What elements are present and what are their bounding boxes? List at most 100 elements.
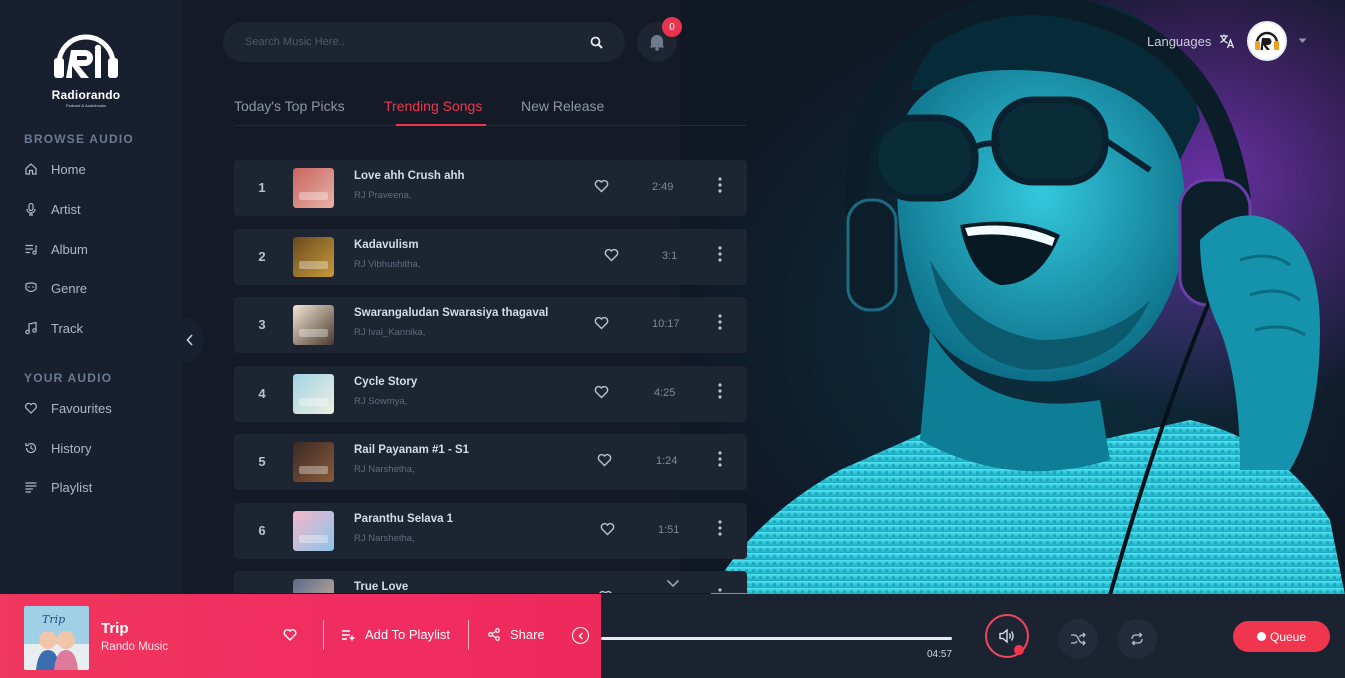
tab-trending-songs[interactable]: Trending Songs	[384, 98, 482, 114]
song-thumbnail	[293, 579, 334, 593]
languages-button[interactable]: Languages	[1147, 33, 1235, 49]
song-duration: 10:17	[652, 318, 680, 330]
heart-icon[interactable]	[594, 316, 609, 330]
share-button[interactable]: Share	[488, 627, 545, 642]
song-thumbnail	[293, 374, 334, 414]
sidebar-item-album[interactable]: Album	[24, 239, 88, 259]
brand-name: Radiorando	[51, 88, 121, 102]
song-artist: RJ Sowmya,	[354, 396, 408, 407]
repeat-icon	[1131, 632, 1143, 646]
your-audio-heading: YOUR AUDIO	[24, 371, 113, 385]
song-title: Paranthu Selava 1	[354, 513, 454, 525]
sidebar-item-label: Favourites	[51, 400, 112, 416]
song-rank: 3	[258, 317, 266, 332]
sidebar-item-label: Album	[51, 241, 88, 257]
sidebar-item-label: Home	[51, 161, 86, 177]
more-options-icon[interactable]	[718, 314, 722, 330]
song-rank: 1	[258, 180, 266, 195]
sidebar-item-artist[interactable]: Artist	[24, 199, 81, 219]
sidebar-item-label: Genre	[51, 280, 88, 296]
genre-icon	[25, 282, 37, 293]
song-title: Rail Payanam #1 - S1	[354, 444, 470, 456]
heart-icon[interactable]	[283, 628, 297, 641]
song-rank: 7	[254, 591, 270, 593]
song-thumbnail	[293, 168, 334, 208]
now-playing-title: Trip	[101, 620, 129, 637]
chevron-left-icon	[186, 334, 193, 346]
heart-icon[interactable]	[594, 385, 609, 399]
song-rank: 6	[258, 523, 266, 538]
search-bar	[223, 22, 625, 62]
track-time: 04:57	[927, 649, 953, 660]
add-to-playlist-button[interactable]: Add To Playlist	[341, 627, 450, 642]
more-options-icon[interactable]	[718, 246, 722, 262]
song-duration: 1:24	[656, 455, 678, 467]
sidebar-item-label: History	[51, 440, 92, 456]
volume-icon	[999, 628, 1014, 644]
more-options-icon[interactable]	[718, 451, 722, 467]
svg-text:Trip: Trip	[42, 613, 65, 626]
search-input[interactable]	[245, 36, 565, 48]
sidebar-item-genre[interactable]: Genre	[24, 278, 87, 298]
heart-icon[interactable]	[598, 590, 613, 593]
shuffle-button[interactable]	[1058, 619, 1098, 659]
song-row[interactable]: 3 Swarangaludan Swarasiya thagaval RJ Ival…	[234, 297, 747, 353]
sidebar-item-track[interactable]: Track	[24, 318, 83, 338]
song-row[interactable]: 5 Rail Payanam #1 - S1 RJ Narshetha, 1:24	[234, 434, 747, 490]
sidebar-item-home[interactable]: Home	[24, 159, 86, 179]
song-artist: RJ Ival_Kannika,	[354, 327, 426, 338]
collapse-player-button[interactable]	[572, 627, 589, 644]
queue-icon	[1256, 632, 1266, 641]
bell-icon	[649, 35, 665, 51]
song-artist: RJ Praveena,	[354, 190, 412, 201]
song-thumbnail	[293, 442, 334, 482]
user-avatar[interactable]	[1247, 21, 1287, 61]
song-duration: 1:51	[658, 524, 680, 536]
song-row[interactable]: 2 Kadavulism RJ Vibhushitha, 3:1	[234, 229, 747, 285]
brand-logo[interactable]: Radiorando Podcast & Audiobooks	[46, 26, 126, 108]
heart-icon[interactable]	[600, 522, 615, 536]
more-options-icon[interactable]	[718, 588, 722, 593]
heart-icon[interactable]	[594, 179, 609, 193]
tab-new-release[interactable]: New Release	[521, 98, 604, 114]
song-row[interactable]: 4 Cycle Story RJ Sowmya, 4:25	[234, 366, 747, 422]
song-row[interactable]: 6 Paranthu Selava 1 RJ Narshetha, 1:51	[234, 503, 747, 559]
song-artist: RJ Narshetha,	[354, 464, 415, 475]
hero-image	[680, 0, 1345, 595]
search-icon[interactable]	[590, 36, 603, 49]
song-row[interactable]: 1 Love ahh Crush ahh RJ Praveena, 2:49	[234, 160, 747, 216]
progress-fill	[601, 637, 952, 640]
progress-bar[interactable]	[601, 637, 952, 640]
share-label: Share	[510, 627, 545, 642]
song-title: Swarangaludan Swarasiya thagaval	[354, 307, 549, 319]
more-options-icon[interactable]	[718, 383, 722, 399]
more-options-icon[interactable]	[718, 177, 722, 193]
sidebar-item-favourites[interactable]: Favourites	[24, 398, 112, 418]
song-title: True Love	[354, 581, 409, 593]
queue-label: Queue	[1269, 629, 1307, 644]
song-artist: RJ Narshetha,	[354, 533, 415, 544]
repeat-button[interactable]	[1117, 619, 1157, 659]
sidebar-collapse-button[interactable]	[176, 316, 204, 364]
queue-button[interactable]: Queue	[1233, 621, 1330, 652]
heart-icon[interactable]	[597, 453, 612, 467]
brand-tagline: Podcast & Audiobooks	[65, 103, 107, 108]
sidebar-item-history[interactable]: History	[24, 438, 91, 458]
chevron-down-icon[interactable]	[666, 579, 680, 588]
playlist-add-icon	[342, 629, 355, 640]
sidebar-item-playlist[interactable]: Playlist	[24, 477, 92, 497]
radio-logo-icon	[1255, 31, 1279, 50]
heart-icon[interactable]	[604, 248, 619, 262]
player-bar: Trip Trip Rando Music Add To Playlist Sh…	[0, 594, 1345, 678]
tab-todays-top-picks[interactable]: Today's Top Picks	[234, 98, 345, 114]
divider	[323, 620, 324, 650]
sidebar-item-label: Playlist	[51, 479, 93, 495]
now-playing-cover[interactable]: Trip	[24, 606, 89, 670]
music-note-icon	[25, 321, 37, 335]
chevron-down-icon[interactable]	[1298, 38, 1307, 44]
divider	[468, 620, 469, 650]
song-rank: 4	[258, 386, 266, 401]
more-options-icon[interactable]	[718, 520, 722, 536]
volume-button[interactable]	[985, 614, 1029, 658]
browse-audio-heading: BROWSE AUDIO	[24, 132, 134, 146]
